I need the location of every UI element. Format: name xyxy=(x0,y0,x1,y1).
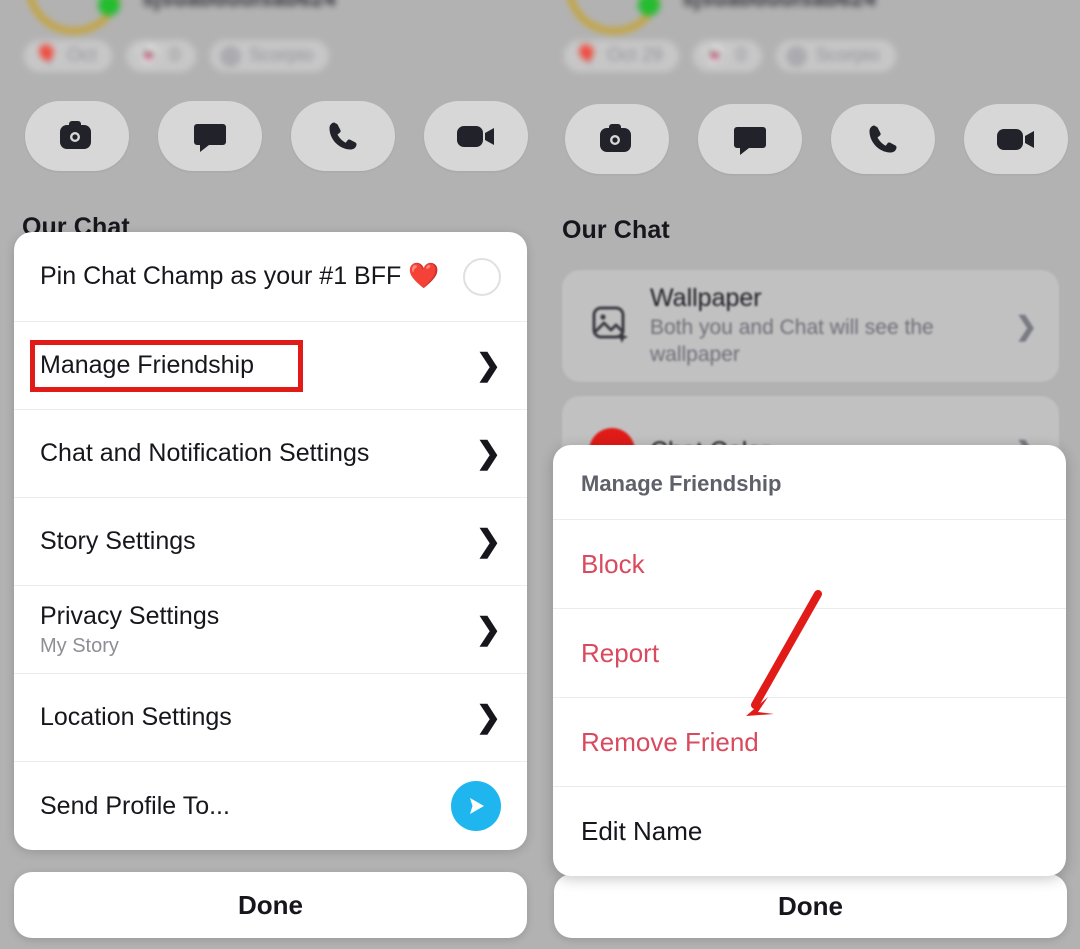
chevron-right-icon: ❯ xyxy=(475,524,501,558)
ghost-icon: 👻 xyxy=(702,45,728,67)
action-sheet-item-report[interactable]: Report xyxy=(553,609,1066,698)
call-button[interactable] xyxy=(291,101,395,171)
send-arrow-icon xyxy=(463,793,489,819)
menu-item-label: Story Settings xyxy=(40,527,196,555)
online-status-dot xyxy=(98,0,120,16)
phone-icon xyxy=(326,119,360,153)
snapscore-badge: 👻 0 xyxy=(126,40,196,72)
snapscore-label: 0 xyxy=(169,45,180,66)
chat-bubble-icon xyxy=(193,120,227,153)
zodiac-label: Scorpio xyxy=(248,45,314,66)
username-label: sjsuabduulsab624 xyxy=(142,0,336,12)
menu-item-label: Privacy Settings xyxy=(40,601,220,630)
zodiac-badge: Scorpio xyxy=(776,40,896,72)
camera-icon xyxy=(57,119,97,153)
chat-bubble-icon xyxy=(733,123,767,156)
menu-item-label: Pin Chat Champ as your #1 BFF ❤️ xyxy=(40,262,440,290)
setting-title: Wallpaper xyxy=(650,283,762,312)
birthday-badge: 🎈 Oct 29 xyxy=(564,40,679,72)
chat-button[interactable] xyxy=(158,101,262,171)
zodiac-label: Scorpio xyxy=(815,45,880,66)
camera-icon xyxy=(597,122,637,156)
setting-item-wallpaper[interactable]: Wallpaper Both you and Chat will see the… xyxy=(562,270,1059,382)
left-settings-card: Pin Chat Champ as your #1 BFF ❤️ Manage … xyxy=(14,232,527,850)
birthday-label: Oct xyxy=(66,45,97,66)
chevron-right-icon: ❯ xyxy=(475,700,501,734)
pin-bff-radio[interactable] xyxy=(463,257,501,296)
chevron-right-icon: ❯ xyxy=(1015,310,1037,341)
balloon-icon: 🎈 xyxy=(34,45,59,67)
snapscore-badge: 👻 0 xyxy=(692,40,763,72)
menu-item-sublabel: My Story xyxy=(40,634,119,657)
image-sparkle-icon xyxy=(584,305,640,347)
menu-item-pin-bff[interactable]: Pin Chat Champ as your #1 BFF ❤️ xyxy=(14,232,527,322)
video-button[interactable] xyxy=(424,101,528,171)
setting-subtitle: Both you and Chat will see the wallpaper xyxy=(650,315,934,366)
send-profile-button[interactable] xyxy=(451,781,501,831)
right-done-button[interactable]: Done xyxy=(554,874,1067,938)
birthday-label: Oct 29 xyxy=(606,45,663,66)
menu-item-story-settings[interactable]: Story Settings ❯ xyxy=(14,498,527,586)
zodiac-icon xyxy=(786,45,808,67)
menu-item-label: Send Profile To... xyxy=(40,791,230,820)
call-button[interactable] xyxy=(831,104,935,174)
zodiac-icon xyxy=(219,45,241,67)
menu-item-location-settings[interactable]: Location Settings ❯ xyxy=(14,674,527,762)
menu-item-send-profile-to[interactable]: Send Profile To... xyxy=(14,762,527,850)
video-camera-icon xyxy=(996,126,1036,153)
screenshot-stage: sjsuabduulsab624 🎈 Oct 👻 0 Scorpio xyxy=(0,0,1080,949)
right-action-pill-row xyxy=(565,104,1068,174)
phone-icon xyxy=(866,122,900,156)
camera-button[interactable] xyxy=(565,104,669,174)
left-done-button[interactable]: Done xyxy=(14,872,527,938)
right-section-title: Our Chat xyxy=(562,216,670,244)
left-panel: sjsuabduulsab624 🎈 Oct 👻 0 Scorpio xyxy=(0,0,540,949)
online-status-dot xyxy=(638,0,660,16)
chevron-right-icon: ❯ xyxy=(475,612,501,646)
menu-item-label: Manage Friendship xyxy=(40,351,255,379)
menu-item-label: Location Settings xyxy=(40,703,232,731)
menu-item-manage-friendship[interactable]: Manage Friendship ❯ xyxy=(14,322,527,410)
username-label: sjsuabduulsab624 xyxy=(682,0,876,12)
manage-friendship-action-sheet: Manage Friendship Block Report Remove Fr… xyxy=(553,445,1066,876)
left-action-pill-row xyxy=(25,101,528,171)
action-sheet-header: Manage Friendship xyxy=(553,445,1066,520)
balloon-icon: 🎈 xyxy=(574,45,599,67)
ghost-icon: 👻 xyxy=(136,45,162,67)
birthday-badge: 🎈 Oct xyxy=(24,40,113,72)
action-sheet-item-edit-name[interactable]: Edit Name xyxy=(553,787,1066,876)
video-button[interactable] xyxy=(964,104,1068,174)
chevron-right-icon: ❯ xyxy=(475,436,501,470)
video-camera-icon xyxy=(456,123,496,150)
menu-item-privacy-settings[interactable]: Privacy Settings My Story ❯ xyxy=(14,586,527,674)
chevron-right-icon: ❯ xyxy=(475,348,501,382)
action-sheet-item-remove-friend[interactable]: Remove Friend xyxy=(553,698,1066,787)
badge-row: 🎈 Oct 👻 0 Scorpio xyxy=(24,40,330,72)
zodiac-badge: Scorpio xyxy=(209,40,330,72)
badge-row: 🎈 Oct 29 👻 0 Scorpio xyxy=(564,40,896,72)
camera-button[interactable] xyxy=(25,101,129,171)
snapscore-label: 0 xyxy=(735,45,747,66)
chat-button[interactable] xyxy=(698,104,802,174)
menu-item-label: Chat and Notification Settings xyxy=(40,439,370,467)
action-sheet-item-block[interactable]: Block xyxy=(553,520,1066,609)
menu-item-chat-notification-settings[interactable]: Chat and Notification Settings ❯ xyxy=(14,410,527,498)
